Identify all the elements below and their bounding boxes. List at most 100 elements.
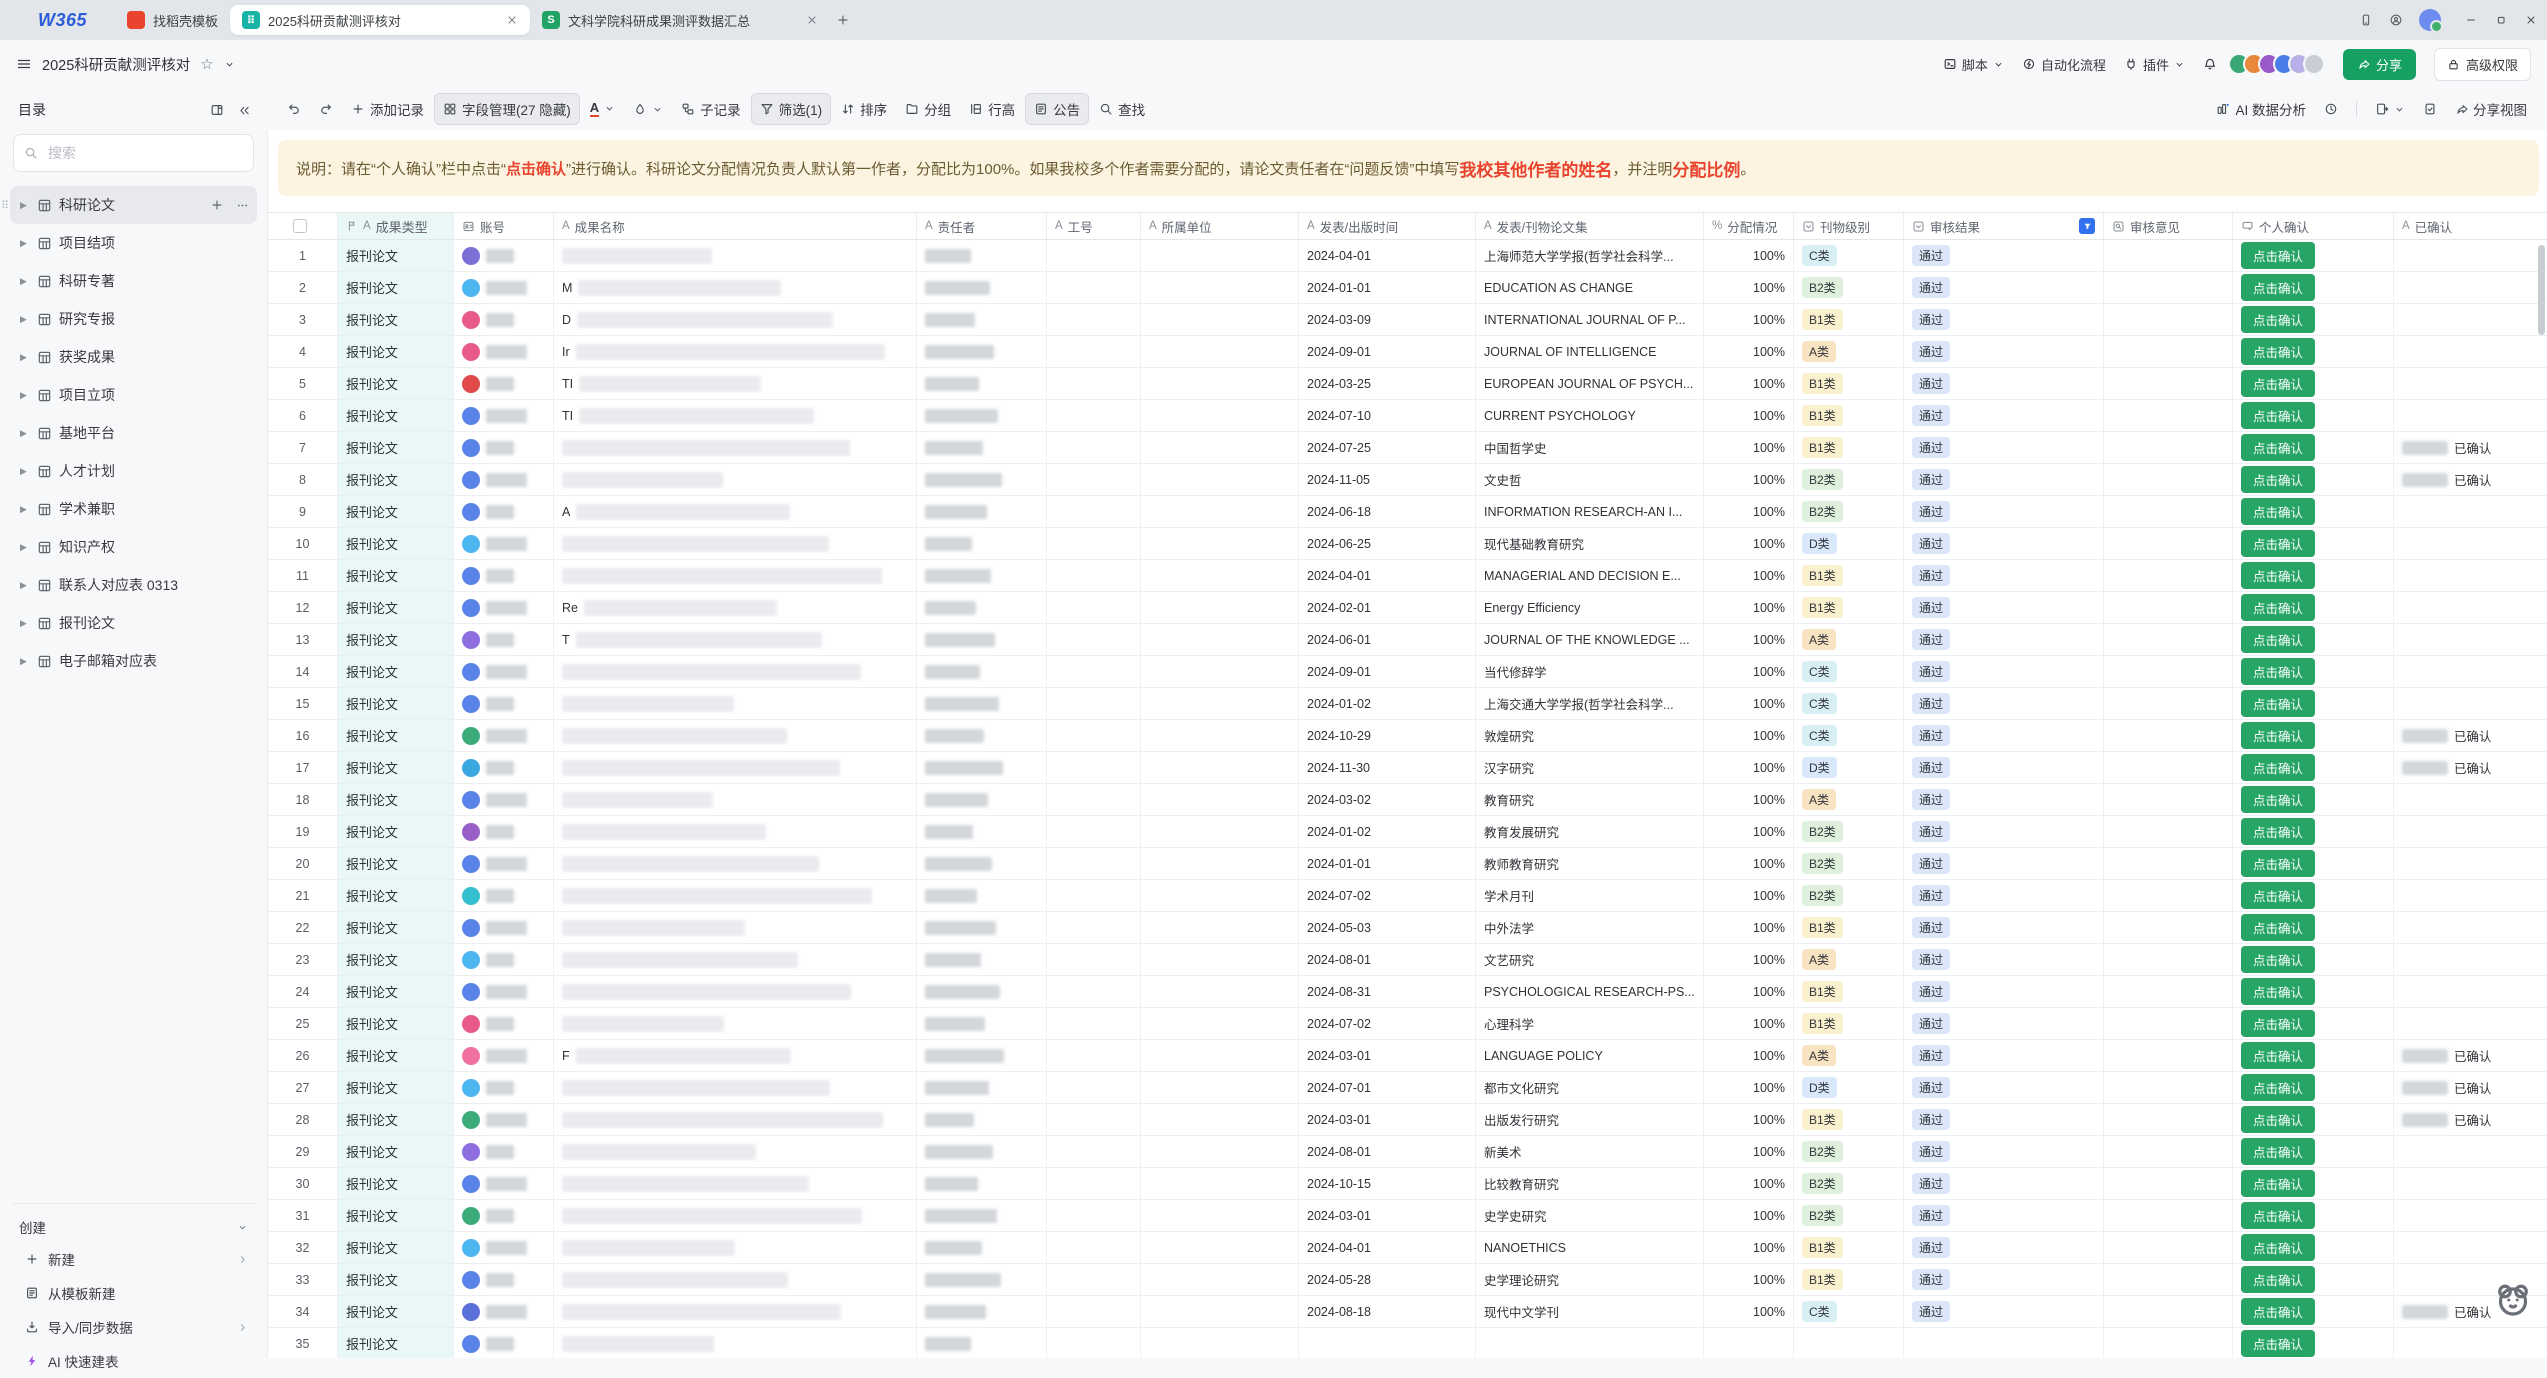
cell-alloc[interactable]: 100% xyxy=(1704,368,1794,399)
cell-type[interactable]: 报刊论文 xyxy=(338,1168,454,1199)
cell-type[interactable]: 报刊论文 xyxy=(338,560,454,591)
cell-account[interactable] xyxy=(454,1008,554,1039)
cell-resp[interactable] xyxy=(917,592,1047,623)
cell-empid[interactable] xyxy=(1047,688,1141,719)
export-button[interactable] xyxy=(2367,97,2413,121)
cell-name[interactable]: M xyxy=(554,272,917,303)
cell-date[interactable]: 2024-04-01 xyxy=(1299,240,1476,271)
sidebar-item-9[interactable]: ⠿ ▶ 学术兼职 xyxy=(10,490,257,528)
cell-journal[interactable]: 教育研究 xyxy=(1476,784,1704,815)
cell-name[interactable]: D xyxy=(554,304,917,335)
cell-result[interactable] xyxy=(1904,1328,2104,1358)
cell-level[interactable]: B2类 xyxy=(1794,1200,1904,1231)
cell-confirm[interactable]: 点击确认 xyxy=(2233,944,2394,975)
cell-account[interactable] xyxy=(454,1328,554,1358)
expand-caret-icon[interactable]: ▶ xyxy=(20,466,30,477)
cell-result[interactable]: 通过 xyxy=(1904,1072,2104,1103)
cell-result[interactable]: 通过 xyxy=(1904,912,2104,943)
cell-unit[interactable] xyxy=(1141,944,1299,975)
cell-account[interactable] xyxy=(454,752,554,783)
sidebar-item-12[interactable]: ⠿ ▶ 报刊论文 xyxy=(10,604,257,642)
cell-num[interactable]: 35 xyxy=(268,1328,338,1358)
cell-empid[interactable] xyxy=(1047,1232,1141,1263)
cell-result[interactable]: 通过 xyxy=(1904,304,2104,335)
cell-alloc[interactable]: 100% xyxy=(1704,400,1794,431)
cell-type[interactable]: 报刊论文 xyxy=(338,368,454,399)
column-header-name[interactable]: A成果名称 xyxy=(554,213,917,239)
cell-level[interactable]: B1类 xyxy=(1794,1008,1904,1039)
cell-resp[interactable] xyxy=(917,1136,1047,1167)
cell-confirmed[interactable] xyxy=(2394,560,2547,591)
cell-empid[interactable] xyxy=(1047,432,1141,463)
announcement-button[interactable]: 公告 xyxy=(1025,93,1089,125)
cell-num[interactable]: 18 xyxy=(268,784,338,815)
cell-journal[interactable]: 当代修辞学 xyxy=(1476,656,1704,687)
cell-unit[interactable] xyxy=(1141,1040,1299,1071)
cell-alloc[interactable]: 100% xyxy=(1704,720,1794,751)
cell-level[interactable]: B1类 xyxy=(1794,560,1904,591)
cell-empid[interactable] xyxy=(1047,816,1141,847)
cell-name[interactable]: TI xyxy=(554,368,917,399)
cell-name[interactable]: F xyxy=(554,1040,917,1071)
cell-alloc[interactable]: 100% xyxy=(1704,240,1794,271)
cell-result[interactable]: 通过 xyxy=(1904,496,2104,527)
cell-resp[interactable] xyxy=(917,560,1047,591)
cell-date[interactable]: 2024-03-01 xyxy=(1299,1104,1476,1135)
cell-opinion[interactable] xyxy=(2104,1328,2233,1358)
cell-alloc[interactable]: 100% xyxy=(1704,976,1794,1007)
cell-unit[interactable] xyxy=(1141,240,1299,271)
cell-type[interactable]: 报刊论文 xyxy=(338,1232,454,1263)
expand-caret-icon[interactable]: ▶ xyxy=(20,200,30,211)
cell-confirmed[interactable] xyxy=(2394,1008,2547,1039)
cell-type[interactable]: 报刊论文 xyxy=(338,784,454,815)
cell-opinion[interactable] xyxy=(2104,1040,2233,1071)
cell-result[interactable]: 通过 xyxy=(1904,528,2104,559)
cell-result[interactable]: 通过 xyxy=(1904,688,2104,719)
cell-journal[interactable]: LANGUAGE POLICY xyxy=(1476,1040,1704,1071)
cell-empid[interactable] xyxy=(1047,976,1141,1007)
cell-date[interactable] xyxy=(1299,1328,1476,1358)
cell-alloc[interactable]: 100% xyxy=(1704,1200,1794,1231)
cell-empid[interactable] xyxy=(1047,944,1141,975)
confirm-button[interactable]: 点击确认 xyxy=(2241,1074,2315,1101)
panel-icon[interactable] xyxy=(210,103,224,117)
cell-confirm[interactable]: 点击确认 xyxy=(2233,816,2394,847)
cell-opinion[interactable] xyxy=(2104,304,2233,335)
more-icon[interactable] xyxy=(236,199,249,212)
cell-account[interactable] xyxy=(454,976,554,1007)
cell-alloc[interactable]: 100% xyxy=(1704,624,1794,655)
cell-confirm[interactable]: 点击确认 xyxy=(2233,880,2394,911)
sidebar-search[interactable] xyxy=(13,134,254,172)
cell-empid[interactable] xyxy=(1047,1136,1141,1167)
cell-confirm[interactable]: 点击确认 xyxy=(2233,976,2394,1007)
cell-name[interactable] xyxy=(554,752,917,783)
cell-date[interactable]: 2024-01-01 xyxy=(1299,848,1476,879)
cell-journal[interactable]: INFORMATION RESEARCH-AN I... xyxy=(1476,496,1704,527)
cell-unit[interactable] xyxy=(1141,912,1299,943)
cell-resp[interactable] xyxy=(917,400,1047,431)
cell-confirmed[interactable]: 已确认 xyxy=(2394,1104,2547,1135)
cell-unit[interactable] xyxy=(1141,496,1299,527)
cell-empid[interactable] xyxy=(1047,272,1141,303)
cell-type[interactable]: 报刊论文 xyxy=(338,1136,454,1167)
cell-result[interactable]: 通过 xyxy=(1904,240,2104,271)
field-manage-button[interactable]: 字段管理(27 隐藏) xyxy=(434,93,580,125)
cell-opinion[interactable] xyxy=(2104,880,2233,911)
cell-resp[interactable] xyxy=(917,1072,1047,1103)
cell-type[interactable]: 报刊论文 xyxy=(338,304,454,335)
cell-alloc[interactable]: 100% xyxy=(1704,1296,1794,1327)
cell-journal[interactable]: 上海师范大学学报(哲学社会科学... xyxy=(1476,240,1704,271)
cell-name[interactable] xyxy=(554,240,917,271)
cell-account[interactable] xyxy=(454,272,554,303)
cell-empid[interactable] xyxy=(1047,1008,1141,1039)
cell-alloc[interactable]: 100% xyxy=(1704,912,1794,943)
cell-empid[interactable] xyxy=(1047,720,1141,751)
cell-opinion[interactable] xyxy=(2104,464,2233,495)
sidebar-item-13[interactable]: ⠿ ▶ 电子邮箱对应表 xyxy=(10,642,257,680)
expand-caret-icon[interactable]: ▶ xyxy=(20,352,30,363)
cell-result[interactable]: 通过 xyxy=(1904,720,2104,751)
cell-account[interactable] xyxy=(454,688,554,719)
cell-level[interactable]: C类 xyxy=(1794,720,1904,751)
cell-type[interactable]: 报刊论文 xyxy=(338,1296,454,1327)
confirm-button[interactable]: 点击确认 xyxy=(2241,498,2315,525)
